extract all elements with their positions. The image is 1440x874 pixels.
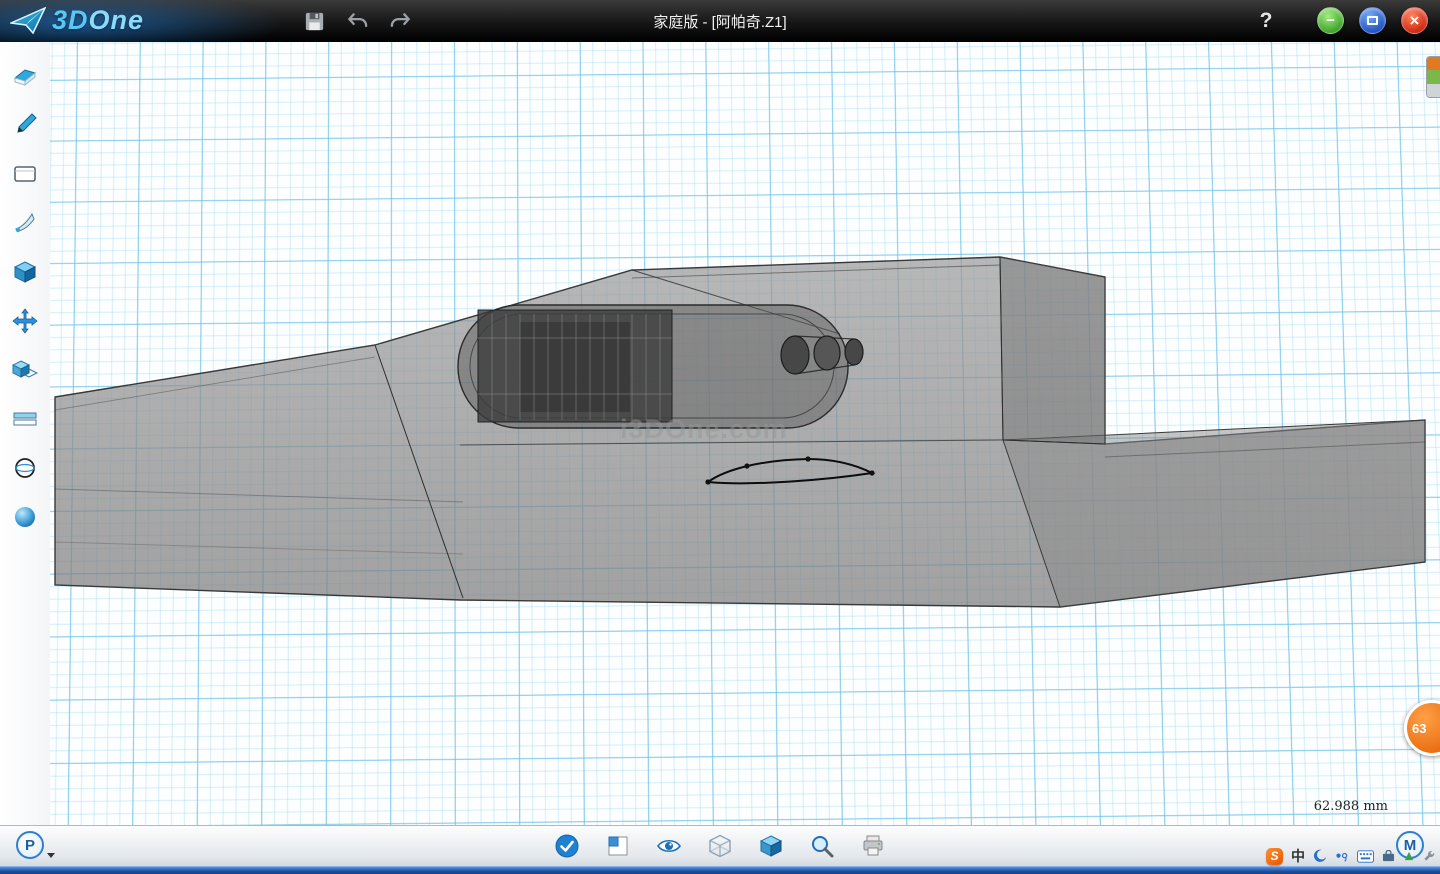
view-controls — [553, 832, 887, 860]
zoom-button[interactable] — [808, 832, 836, 860]
ime-tray: S 中 — [1266, 846, 1435, 866]
sketch-point[interactable] — [744, 463, 749, 468]
visibility-button[interactable] — [655, 832, 683, 860]
sketch-point[interactable] — [805, 456, 810, 461]
main-area: i3DOne.com 62.988 mm 63 — [0, 42, 1440, 825]
paper-plane-logo-icon — [10, 7, 46, 35]
save-icon — [303, 10, 326, 33]
wireframe-display-button[interactable] — [706, 832, 734, 860]
combine-cubes-icon — [12, 357, 38, 383]
measurement-readout: 62.988 mm — [1314, 799, 1388, 814]
titlebar: 3DOne 家庭版 - [阿帕奇.Z1] ? − — [0, 0, 1440, 42]
window-controls: − × — [1317, 7, 1428, 34]
titlebar-actions — [303, 0, 412, 42]
eye-icon — [656, 833, 682, 859]
printer-icon — [860, 833, 886, 859]
combine-solids-tool-button[interactable] — [7, 352, 43, 388]
ime-softkeyboard-icon[interactable] — [1357, 850, 1374, 863]
undo-icon — [346, 10, 369, 33]
ime-lang-indicator[interactable]: 中 — [1291, 846, 1305, 866]
ime-settings-wrench-icon[interactable] — [1423, 850, 1435, 862]
left-toolbar — [0, 42, 50, 825]
move-arrows-icon — [12, 308, 38, 334]
maximize-button[interactable] — [1359, 7, 1386, 34]
basic-solid-cube-tool-button[interactable] — [7, 254, 43, 290]
sketch-rectangle-tool-button[interactable] — [7, 156, 43, 192]
trim-knife-icon — [12, 210, 38, 236]
maximize-icon — [1367, 16, 1378, 25]
sketch-point[interactable] — [705, 479, 710, 484]
ime-punctuation-icon[interactable] — [1335, 851, 1349, 862]
shaded-cube-icon — [758, 833, 784, 859]
undo-button[interactable] — [346, 10, 369, 33]
part-mode-dropdown-caret[interactable] — [47, 853, 55, 858]
redo-button[interactable] — [389, 10, 412, 33]
print-button[interactable] — [859, 832, 887, 860]
trim-knife-tool-button[interactable] — [7, 205, 43, 241]
window-title: 家庭版 - [阿帕奇.Z1] — [0, 0, 1440, 42]
save-button[interactable] — [303, 10, 326, 33]
confirm-check-icon — [554, 833, 580, 859]
close-button[interactable]: × — [1401, 7, 1428, 34]
minimize-button[interactable]: − — [1317, 7, 1344, 34]
sphere-tool-button[interactable] — [7, 499, 43, 535]
app-name: 3DOne — [52, 5, 144, 36]
brush-icon — [12, 112, 38, 138]
circle-icon — [12, 455, 38, 481]
ime-fullhalf-moon-icon[interactable] — [1313, 849, 1327, 863]
cube-icon — [12, 259, 38, 285]
badge-count: 63 — [1412, 721, 1426, 736]
ime-toolbox-icon[interactable] — [1382, 850, 1395, 862]
sphere-icon — [12, 504, 38, 530]
shaded-display-button[interactable] — [757, 832, 785, 860]
redo-icon — [389, 10, 412, 33]
confirm-button[interactable] — [553, 832, 581, 860]
help-button[interactable]: ? — [1252, 7, 1280, 35]
revolve-circle-tool-button[interactable] — [7, 450, 43, 486]
app-logo: 3DOne — [10, 5, 144, 36]
model-canvas — [50, 42, 1440, 825]
sketch-point[interactable] — [869, 470, 874, 475]
section-tool-button[interactable] — [7, 401, 43, 437]
viewport[interactable]: i3DOne.com 62.988 mm 63 — [50, 42, 1440, 825]
paint-block-tool-button[interactable] — [7, 58, 43, 94]
wireframe-cube-icon — [707, 833, 733, 859]
move-tool-button[interactable] — [7, 303, 43, 339]
model-3d-body[interactable] — [55, 257, 1425, 607]
datum-plane-button[interactable] — [604, 832, 632, 860]
section-stripes-icon — [12, 406, 38, 432]
bottom-toolbar: P — [0, 825, 1440, 866]
datum-plane-icon — [605, 833, 631, 859]
part-mode-button[interactable]: P — [16, 831, 44, 859]
ime-sogou-icon[interactable]: S — [1266, 848, 1283, 865]
view-gizmo-partial[interactable] — [1426, 56, 1440, 98]
taskbar-edge[interactable] — [0, 866, 1440, 874]
brush-tool-button[interactable] — [7, 107, 43, 143]
ime-skin-icon[interactable] — [1403, 850, 1415, 862]
magnifier-icon — [809, 833, 835, 859]
paint-block-icon — [12, 63, 38, 89]
sketch-rectangle-icon — [12, 161, 38, 187]
